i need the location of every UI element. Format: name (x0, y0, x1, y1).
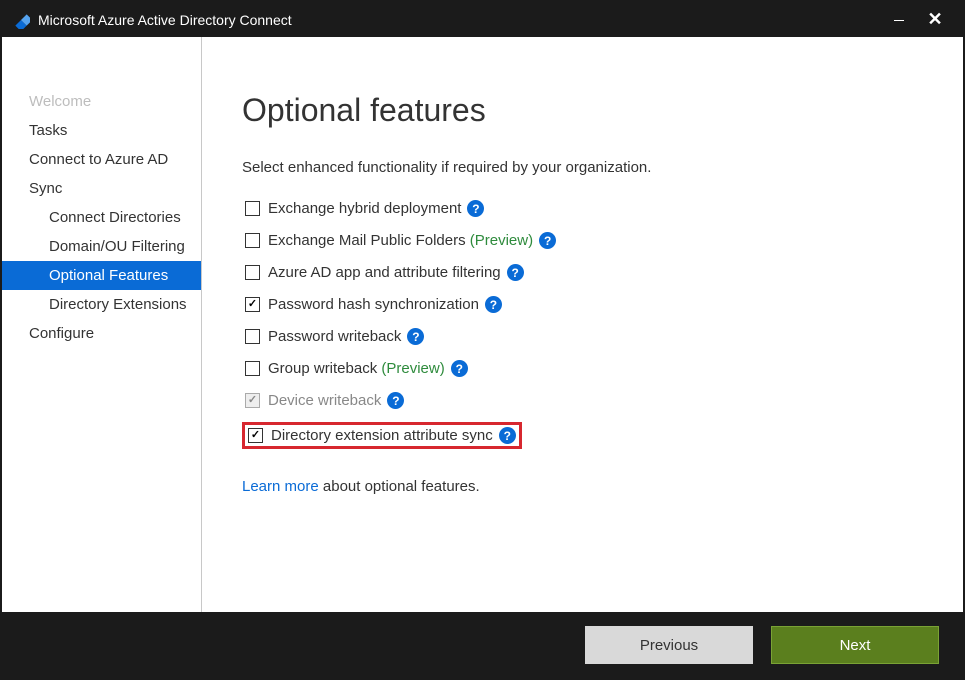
feature-label: Device writeback (268, 392, 381, 409)
help-icon[interactable]: ? (539, 232, 556, 249)
sidebar-item-connect-azure-ad[interactable]: Connect to Azure AD (2, 145, 201, 174)
minimize-button[interactable] (881, 11, 917, 28)
help-icon[interactable]: ? (507, 264, 524, 281)
feature-exchange-hybrid[interactable]: Exchange hybrid deployment ? (242, 198, 923, 219)
learn-more-link[interactable]: Learn more (242, 478, 319, 495)
feature-label: Group writeback (Preview) (268, 360, 445, 377)
checkbox-icon[interactable] (248, 428, 263, 443)
checkbox-icon (245, 393, 260, 408)
title-bar: Microsoft Azure Active Directory Connect… (2, 2, 963, 37)
feature-exchange-public-folders[interactable]: Exchange Mail Public Folders (Preview) ? (242, 230, 923, 251)
feature-device-writeback: Device writeback ? (242, 390, 923, 411)
sidebar-item-connect-directories[interactable]: Connect Directories (2, 203, 201, 232)
feature-label: Password hash synchronization (268, 296, 479, 313)
content-area: Optional features Select enhanced functi… (202, 37, 963, 612)
checkbox-icon[interactable] (245, 265, 260, 280)
app-icon (12, 11, 30, 29)
checkbox-icon[interactable] (245, 329, 260, 344)
feature-password-hash-sync[interactable]: Password hash synchronization ? (242, 294, 923, 315)
sidebar-item-welcome[interactable]: Welcome (2, 87, 201, 116)
feature-label: Exchange hybrid deployment (268, 200, 461, 217)
checkbox-icon[interactable] (245, 233, 260, 248)
sidebar-item-domain-ou-filtering[interactable]: Domain/OU Filtering (2, 232, 201, 261)
sidebar: Welcome Tasks Connect to Azure AD Sync C… (2, 37, 202, 612)
help-icon[interactable]: ? (467, 200, 484, 217)
feature-azure-ad-app-filtering[interactable]: Azure AD app and attribute filtering ? (242, 262, 923, 283)
close-button[interactable]: ✕ (917, 9, 953, 30)
learn-more-line: Learn more about optional features. (242, 478, 923, 495)
sidebar-item-directory-extensions[interactable]: Directory Extensions (2, 290, 201, 319)
window-title: Microsoft Azure Active Directory Connect (38, 12, 881, 28)
feature-directory-extension-sync-highlight: Directory extension attribute sync ? (242, 422, 522, 449)
checkbox-icon[interactable] (245, 201, 260, 216)
feature-label: Azure AD app and attribute filtering (268, 264, 501, 281)
feature-label: Directory extension attribute sync (271, 427, 493, 444)
help-icon[interactable]: ? (485, 296, 502, 313)
help-icon[interactable]: ? (451, 360, 468, 377)
help-icon[interactable]: ? (499, 427, 516, 444)
next-button[interactable]: Next (771, 626, 939, 664)
footer-bar: Previous Next (2, 612, 963, 678)
sidebar-item-sync[interactable]: Sync (2, 174, 201, 203)
page-heading: Optional features (242, 92, 923, 129)
sidebar-item-configure[interactable]: Configure (2, 319, 201, 348)
previous-button[interactable]: Previous (585, 626, 753, 664)
help-icon[interactable]: ? (387, 392, 404, 409)
page-subtitle: Select enhanced functionality if require… (242, 159, 923, 176)
feature-group-writeback[interactable]: Group writeback (Preview) ? (242, 358, 923, 379)
help-icon[interactable]: ? (407, 328, 424, 345)
feature-password-writeback[interactable]: Password writeback ? (242, 326, 923, 347)
checkbox-icon[interactable] (245, 361, 260, 376)
sidebar-item-tasks[interactable]: Tasks (2, 116, 201, 145)
sidebar-item-optional-features[interactable]: Optional Features (2, 261, 201, 290)
checkbox-icon[interactable] (245, 297, 260, 312)
feature-label: Exchange Mail Public Folders (Preview) (268, 232, 533, 249)
feature-label: Password writeback (268, 328, 401, 345)
